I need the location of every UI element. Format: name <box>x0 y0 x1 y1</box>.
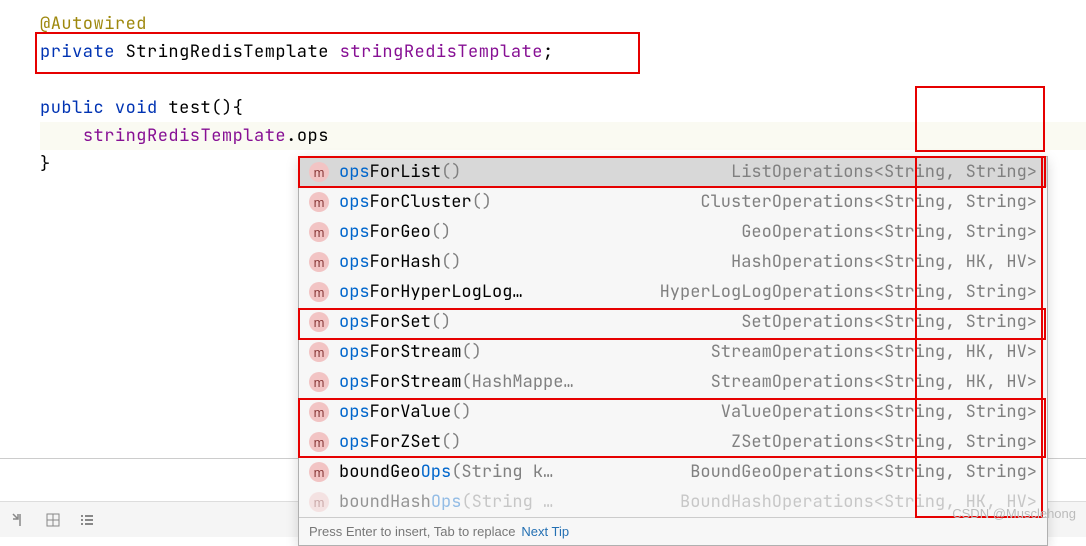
completion-return-type: ClusterOperations<String, String> <box>700 191 1037 213</box>
completion-method-name: opsForStream() <box>339 341 482 363</box>
code-line-2: private StringRedisTemplate stringRedisT… <box>40 38 1086 66</box>
method-test: test <box>168 97 211 119</box>
code-line-1: @Autowired <box>40 10 1086 38</box>
completion-return-type: BoundGeoOperations<String, String> <box>690 461 1037 483</box>
completion-method-name: opsForSet() <box>339 311 451 333</box>
completion-item-3[interactable]: m opsForHash() HashOperations<String, HK, … <box>299 247 1047 277</box>
code-line-4: public void test(){ <box>40 94 1086 122</box>
completion-method-name: opsForList() <box>339 161 461 183</box>
completion-item-5[interactable]: m opsForSet() SetOperations<String, String… <box>299 307 1047 337</box>
code-editor[interactable]: @Autowired private StringRedisTemplate s… <box>0 0 1086 178</box>
keyword-private: private <box>40 41 115 63</box>
completion-return-type: GeoOperations<String, String> <box>741 221 1037 243</box>
method-icon: m <box>309 432 329 452</box>
completion-method-name: boundHashOps(String … <box>339 491 553 513</box>
completion-method-name: opsForValue() <box>339 401 472 423</box>
completion-return-type: HashOperations<String, HK, HV> <box>731 251 1037 273</box>
type-name: StringRedisTemplate <box>126 41 329 63</box>
completion-method-name: opsForHyperLogLog… <box>339 281 523 303</box>
method-icon: m <box>309 402 329 422</box>
method-icon: m <box>309 222 329 242</box>
method-icon: m <box>309 252 329 272</box>
completion-method-name: boundGeoOps(String k… <box>339 461 553 483</box>
completion-item-9[interactable]: m opsForZSet() ZSetOperations<String, Stri… <box>299 427 1047 457</box>
code-line-5-active[interactable]: stringRedisTemplate.ops <box>40 122 1086 150</box>
method-icon: m <box>309 192 329 212</box>
field-ref: stringRedisTemplate <box>83 125 286 147</box>
completion-return-type: HyperLogLogOperations<String, String> <box>660 281 1037 303</box>
completion-return-type: ListOperations<String, String> <box>731 161 1037 183</box>
semicolon: ; <box>543 41 554 63</box>
completion-return-type: ValueOperations<String, String> <box>721 401 1037 423</box>
method-icon: m <box>309 492 329 512</box>
completion-return-type: SetOperations<String, String> <box>741 311 1037 333</box>
completion-return-type: StreamOperations<String, HK, HV> <box>711 341 1037 363</box>
list-icon[interactable] <box>78 511 96 529</box>
watermark: CSDN @Musclehong <box>952 506 1076 521</box>
completion-method-name: opsForHash() <box>339 251 461 273</box>
completion-method-name: opsForGeo() <box>339 221 451 243</box>
completion-item-0[interactable]: m opsForList() ListOperations<String, Stri… <box>299 157 1047 187</box>
typed-text: ops <box>297 125 329 147</box>
keyword-void: void <box>115 97 158 119</box>
completion-return-type: ZSetOperations<String, String> <box>731 431 1037 453</box>
method-icon: m <box>309 312 329 332</box>
annotation-autowired: @Autowired <box>40 13 147 35</box>
method-icon: m <box>309 282 329 302</box>
collapse-icon[interactable] <box>10 511 28 529</box>
completion-method-name: opsForCluster() <box>339 191 492 213</box>
method-icon: m <box>309 162 329 182</box>
code-line-3-empty <box>40 66 1086 94</box>
completion-item-8[interactable]: m opsForValue() ValueOperations<String, St… <box>299 397 1047 427</box>
method-icon: m <box>309 462 329 482</box>
autocomplete-popup[interactable]: m opsForList() ListOperations<String, Stri… <box>298 156 1048 546</box>
popup-footer: Press Enter to insert, Tab to replaceNex… <box>299 517 1047 545</box>
completion-item-6[interactable]: m opsForStream() StreamOperations<String, … <box>299 337 1047 367</box>
dot: . <box>286 125 297 147</box>
completion-item-1[interactable]: m opsForCluster() ClusterOperations<String… <box>299 187 1047 217</box>
close-brace: } <box>40 153 51 175</box>
completion-return-type: StreamOperations<String, HK, HV> <box>711 371 1037 393</box>
field-name: stringRedisTemplate <box>340 41 543 63</box>
grid-icon[interactable] <box>44 511 62 529</box>
completion-item-10[interactable]: m boundGeoOps(String k… BoundGeoOperations… <box>299 457 1047 487</box>
completion-item-7[interactable]: m opsForStream(HashMappe… StreamOperations… <box>299 367 1047 397</box>
method-icon: m <box>309 372 329 392</box>
completion-item-4[interactable]: m opsForHyperLogLog… HyperLogLogOperations… <box>299 277 1047 307</box>
keyword-public: public <box>40 97 104 119</box>
completion-method-name: opsForZSet() <box>339 431 461 453</box>
completion-item-11[interactable]: mboundHashOps(String …BoundHashOperation… <box>299 487 1047 517</box>
method-icon: m <box>309 342 329 362</box>
completion-item-2[interactable]: m opsForGeo() GeoOperations<String, String… <box>299 217 1047 247</box>
completion-method-name: opsForStream(HashMappe… <box>339 371 574 393</box>
parens-open: (){ <box>211 97 243 119</box>
